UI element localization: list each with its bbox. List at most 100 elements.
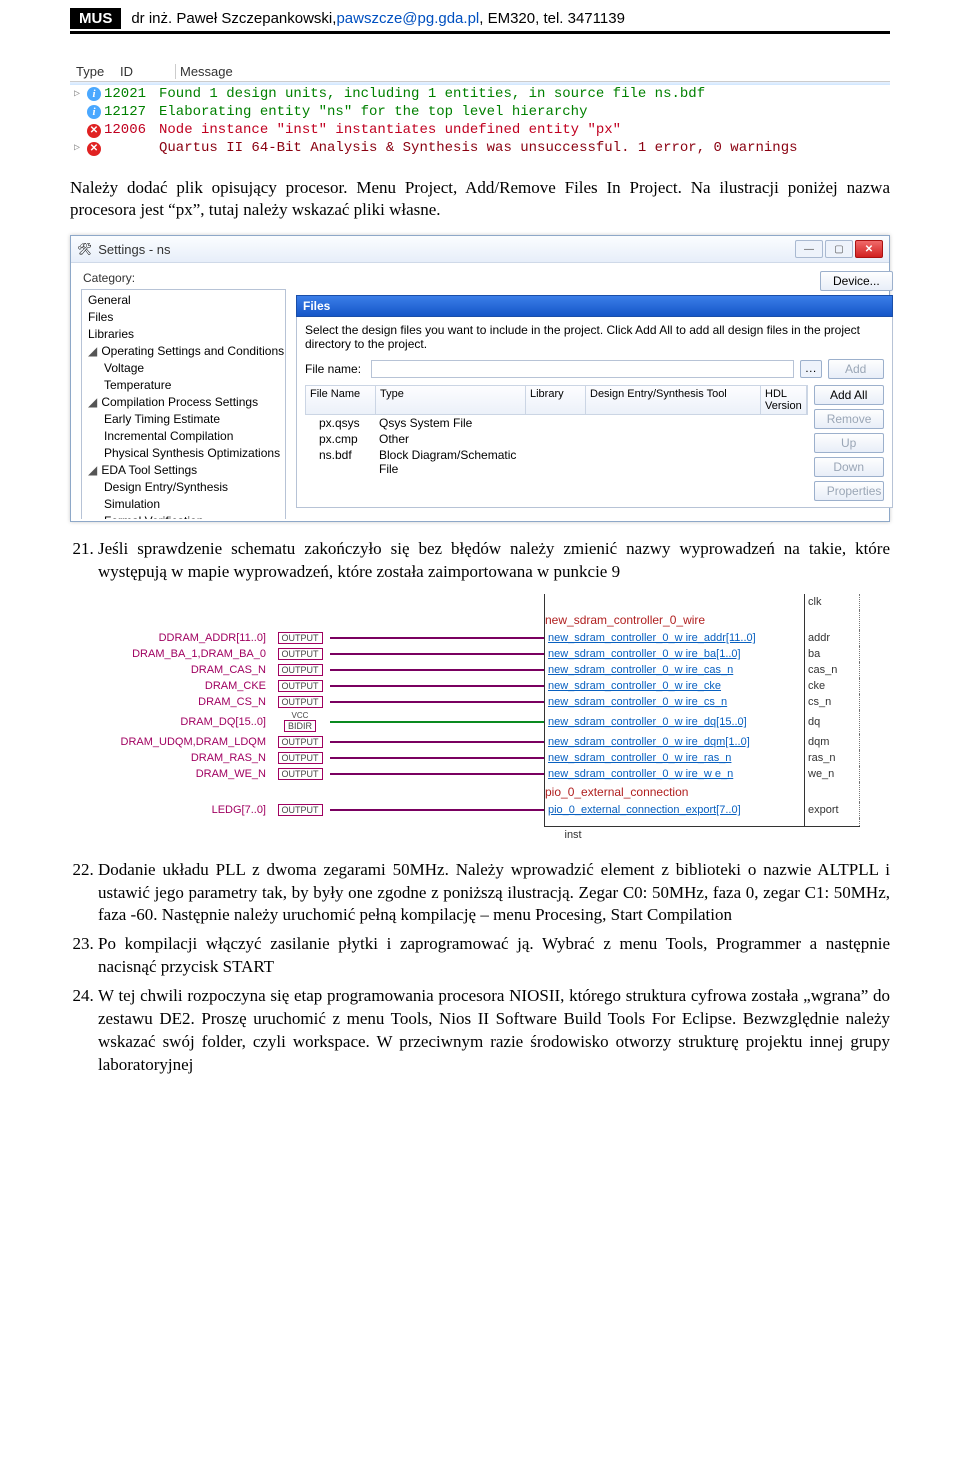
window-close-button[interactable]: ✕: [855, 240, 883, 258]
device-button[interactable]: Device...: [820, 271, 893, 291]
schem-wire: [330, 741, 544, 743]
schem-signal-link: new_sdram_controller_0_w ire_ras_n: [548, 752, 731, 764]
schem-wire: [330, 701, 544, 703]
schem-signal-link: new_sdram_controller_0_w ire_cke: [548, 680, 721, 692]
schem-wire: [330, 721, 544, 723]
course-badge: MUS: [70, 8, 121, 29]
files-grid[interactable]: px.qsysQsys System Filepx.cmpOtherns.bdf…: [305, 415, 808, 477]
category-item[interactable]: Incremental Compilation: [82, 428, 285, 445]
error-icon: ✕: [87, 124, 101, 138]
schem-wire: [330, 809, 544, 811]
step-24: W tej chwili rozpoczyna się etap program…: [98, 985, 890, 1077]
schem-section-sdram: new_sdram_controller_0_wire: [545, 610, 805, 630]
window-minimize-button[interactable]: —: [795, 240, 823, 258]
schem-wire: [330, 669, 544, 671]
category-item[interactable]: Temperature: [82, 377, 285, 394]
up-button[interactable]: Up: [814, 433, 884, 453]
col-message: Message: [175, 64, 890, 79]
schem-tag: OUTPUT: [278, 680, 323, 692]
file-name-label: File name:: [305, 362, 365, 376]
message-id: 12127: [104, 104, 159, 120]
gcol-filename: File Name: [306, 386, 376, 414]
category-item[interactable]: ◢ Compilation Process Settings: [82, 394, 285, 411]
schem-signal-link: new_sdram_controller_0_w ire_addr[11..0]: [548, 632, 756, 644]
settings-titlebar[interactable]: 🛠 Settings - ns — ▢ ✕: [71, 236, 889, 263]
info-icon: i: [87, 105, 101, 119]
schem-pin: DRAM_CAS_N: [100, 662, 270, 678]
schem-pin: DRAM_UDQM,DRAM_LDQM: [100, 734, 270, 750]
schem-pin: DDRAM_ADDR[11..0]: [100, 630, 270, 646]
schem-signal-link: new_sdram_controller_0_w ire_dqm[1..0]: [548, 736, 750, 748]
schem-wire: [330, 685, 544, 687]
message-id: 12006: [104, 122, 159, 138]
info-icon: i: [87, 87, 101, 101]
category-item[interactable]: ◢ EDA Tool Settings: [82, 462, 285, 479]
schem-port-label: cke: [805, 678, 860, 694]
table-row[interactable]: px.cmpOther: [305, 431, 808, 447]
schem-port-label: cas_n: [805, 662, 860, 678]
page-header: MUS dr inż. Paweł Szczepankowski, pawszc…: [70, 8, 890, 34]
schem-pin: DRAM_CKE: [100, 678, 270, 694]
category-item[interactable]: ◢ Operating Settings and Conditions: [82, 343, 285, 360]
category-item[interactable]: Formal Verification: [82, 513, 285, 519]
category-label: Category:: [83, 271, 286, 285]
table-row[interactable]: px.qsysQsys System File: [305, 415, 808, 431]
message-text: Found 1 design units, including 1 entiti…: [159, 86, 890, 102]
schem-port-label: cs_n: [805, 694, 860, 710]
file-name-input[interactable]: [371, 360, 794, 378]
category-item[interactable]: Physical Synthesis Optimizations: [82, 445, 285, 462]
expand-icon[interactable]: ▷: [70, 142, 84, 154]
properties-button[interactable]: Properties: [814, 481, 884, 501]
schem-signal-link: new_sdram_controller_0_w ire_dq[15..0]: [548, 716, 747, 728]
schem-signal-link: new_sdram_controller_0_w ire_w e_n: [548, 768, 733, 780]
schem-port-label: we_n: [805, 766, 860, 782]
schem-pin: LEDG[7..0]: [100, 802, 270, 818]
table-row[interactable]: ns.bdfBlock Diagram/Schematic File: [305, 447, 808, 477]
messages-header: Type ID Message: [70, 62, 890, 82]
schem-tag: OUTPUT: [278, 736, 323, 748]
schem-instance: inst: [545, 826, 805, 843]
category-item[interactable]: Design Entry/Synthesis: [82, 479, 285, 496]
header-rule: [70, 31, 890, 34]
schem-tag: OUTPUT: [278, 632, 323, 644]
gcol-hdl: HDL Version: [761, 386, 807, 414]
schem-tag: BIDIR: [284, 720, 316, 732]
files-panel-header: Files: [296, 295, 893, 317]
category-item[interactable]: Files: [82, 309, 285, 326]
browse-button[interactable]: …: [800, 360, 822, 378]
add-button[interactable]: Add: [828, 359, 884, 379]
schem-tag: OUTPUT: [278, 696, 323, 708]
schem-pin: DRAM_RAS_N: [100, 750, 270, 766]
col-type: Type: [70, 64, 120, 79]
schem-port-label: export: [805, 802, 860, 818]
category-item[interactable]: Libraries: [82, 326, 285, 343]
schem-pin: DRAM_CS_N: [100, 694, 270, 710]
schem-signal-link: new_sdram_controller_0_w ire_cas_n: [548, 664, 733, 676]
category-item[interactable]: Early Timing Estimate: [82, 411, 285, 428]
category-item[interactable]: General: [82, 292, 285, 309]
schem-tag: OUTPUT: [278, 648, 323, 660]
schem-port-label: ras_n: [805, 750, 860, 766]
settings-icon: 🛠: [77, 242, 92, 256]
category-item[interactable]: Voltage: [82, 360, 285, 377]
add-all-button[interactable]: Add All: [814, 385, 884, 405]
down-button[interactable]: Down: [814, 457, 884, 477]
step-23: Po kompilacji włączyć zasilanie płytki i…: [98, 933, 890, 979]
category-item[interactable]: Simulation: [82, 496, 285, 513]
message-text: Node instance "inst" instantiates undefi…: [159, 122, 890, 138]
expand-icon[interactable]: ▷: [70, 88, 84, 100]
step-21: Jeśli sprawdzenie schematu zakończyło si…: [98, 538, 890, 584]
gcol-library: Library: [526, 386, 586, 414]
remove-button[interactable]: Remove: [814, 409, 884, 429]
author-email[interactable]: pawszcze@pg.gda.pl: [336, 10, 479, 27]
schem-port-label: addr: [805, 630, 860, 646]
schem-port-label: ba: [805, 646, 860, 662]
message-id: 12021: [104, 86, 159, 102]
schem-pin: DRAM_DQ[15..0]: [100, 710, 270, 734]
category-tree[interactable]: GeneralFilesLibraries◢ Operating Setting…: [81, 289, 286, 519]
files-help-text: Select the design files you want to incl…: [305, 323, 884, 351]
window-maximize-button[interactable]: ▢: [825, 240, 853, 258]
settings-title: Settings - ns: [98, 242, 793, 257]
schem-signal-link: new_sdram_controller_0_w ire_ba[1..0]: [548, 648, 741, 660]
messages-window: Type ID Message ▷i12021Found 1 design un…: [70, 62, 890, 157]
